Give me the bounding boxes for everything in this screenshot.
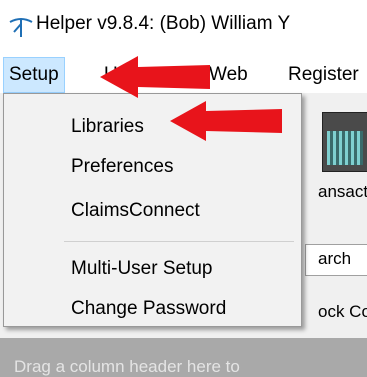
annotation-arrow-libraries-icon — [170, 101, 282, 141]
group-by-hint: Drag a column header here to — [14, 357, 240, 376]
title-bar: Helper v9.8.4: (Bob) William Y — [0, 0, 367, 52]
search-label: arch — [318, 249, 352, 268]
menu-separator — [64, 241, 294, 242]
transactions-icon — [322, 112, 367, 172]
menu-item-libraries[interactable]: Libraries — [71, 116, 144, 138]
annotation-arrow-setup-icon — [100, 56, 210, 98]
window-title: Helper v9.8.4: (Bob) William Y — [36, 13, 291, 34]
menu-setup[interactable]: Setup — [3, 57, 65, 93]
menu-item-claimsconnect[interactable]: ClaimsConnect — [71, 200, 200, 222]
transactions-icon-grid — [327, 131, 363, 165]
lock-column-label: ock Co — [318, 302, 367, 321]
menu-item-multi-user-setup[interactable]: Multi-User Setup — [71, 258, 213, 280]
menu-item-change-password[interactable]: Change Password — [71, 298, 226, 320]
menu-item-preferences[interactable]: Preferences — [71, 156, 173, 178]
menu-register[interactable]: Register — [282, 57, 365, 93]
app-logo-icon — [9, 18, 33, 37]
transactions-label: ansact — [318, 182, 367, 201]
